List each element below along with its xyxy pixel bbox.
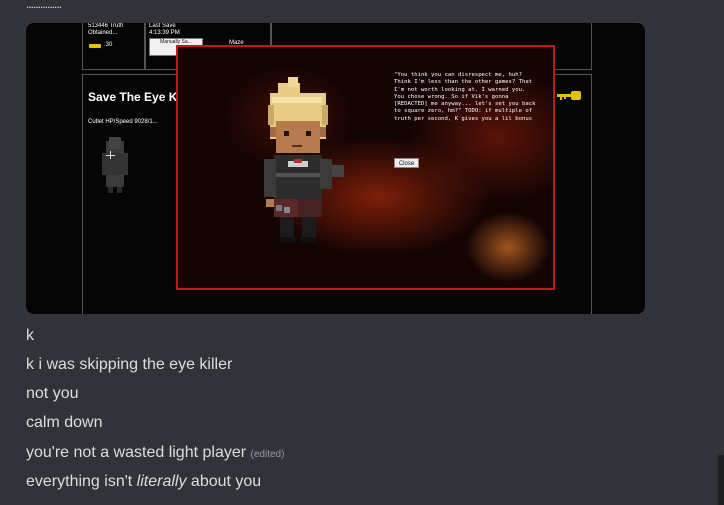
chat-message: not you <box>26 385 79 402</box>
chat-message: you're not a wasted light player (edited… <box>26 444 285 461</box>
dialogue-modal: "You think you can disrespect me, huh? T… <box>176 45 555 290</box>
gold-key-icon <box>557 91 581 100</box>
dialogue-quote: "You think you can disrespect me, huh? T… <box>394 72 536 122</box>
chat-message: k <box>26 327 34 344</box>
key-count: :30 <box>104 42 113 48</box>
hp-speed-stat: Cutlet HP/Speed 9028/1... <box>88 119 158 125</box>
chat-message: everything isn't literally about you <box>26 473 262 490</box>
previous-message-dots: ............... <box>26 0 62 11</box>
edited-tag: (edited) <box>250 449 285 460</box>
scrollbar[interactable] <box>718 455 724 505</box>
key-icon <box>89 44 101 48</box>
image-attachment[interactable]: 513446 Truth Obtained... :30 Last Save 4… <box>26 23 645 314</box>
last-save: Last Save 4:13:39 PM <box>149 23 180 36</box>
game-title: Save The Eye K <box>88 90 178 104</box>
eye-killer-sprite <box>102 137 128 193</box>
close-button[interactable]: Close <box>394 158 419 168</box>
emphasis-text: literally <box>136 473 187 490</box>
character-portrait <box>264 77 344 243</box>
truth-stat: 513446 Truth Obtained... <box>88 23 124 36</box>
chat-message: k i was skipping the eye killer <box>26 356 233 373</box>
chat-message: calm down <box>26 414 103 431</box>
